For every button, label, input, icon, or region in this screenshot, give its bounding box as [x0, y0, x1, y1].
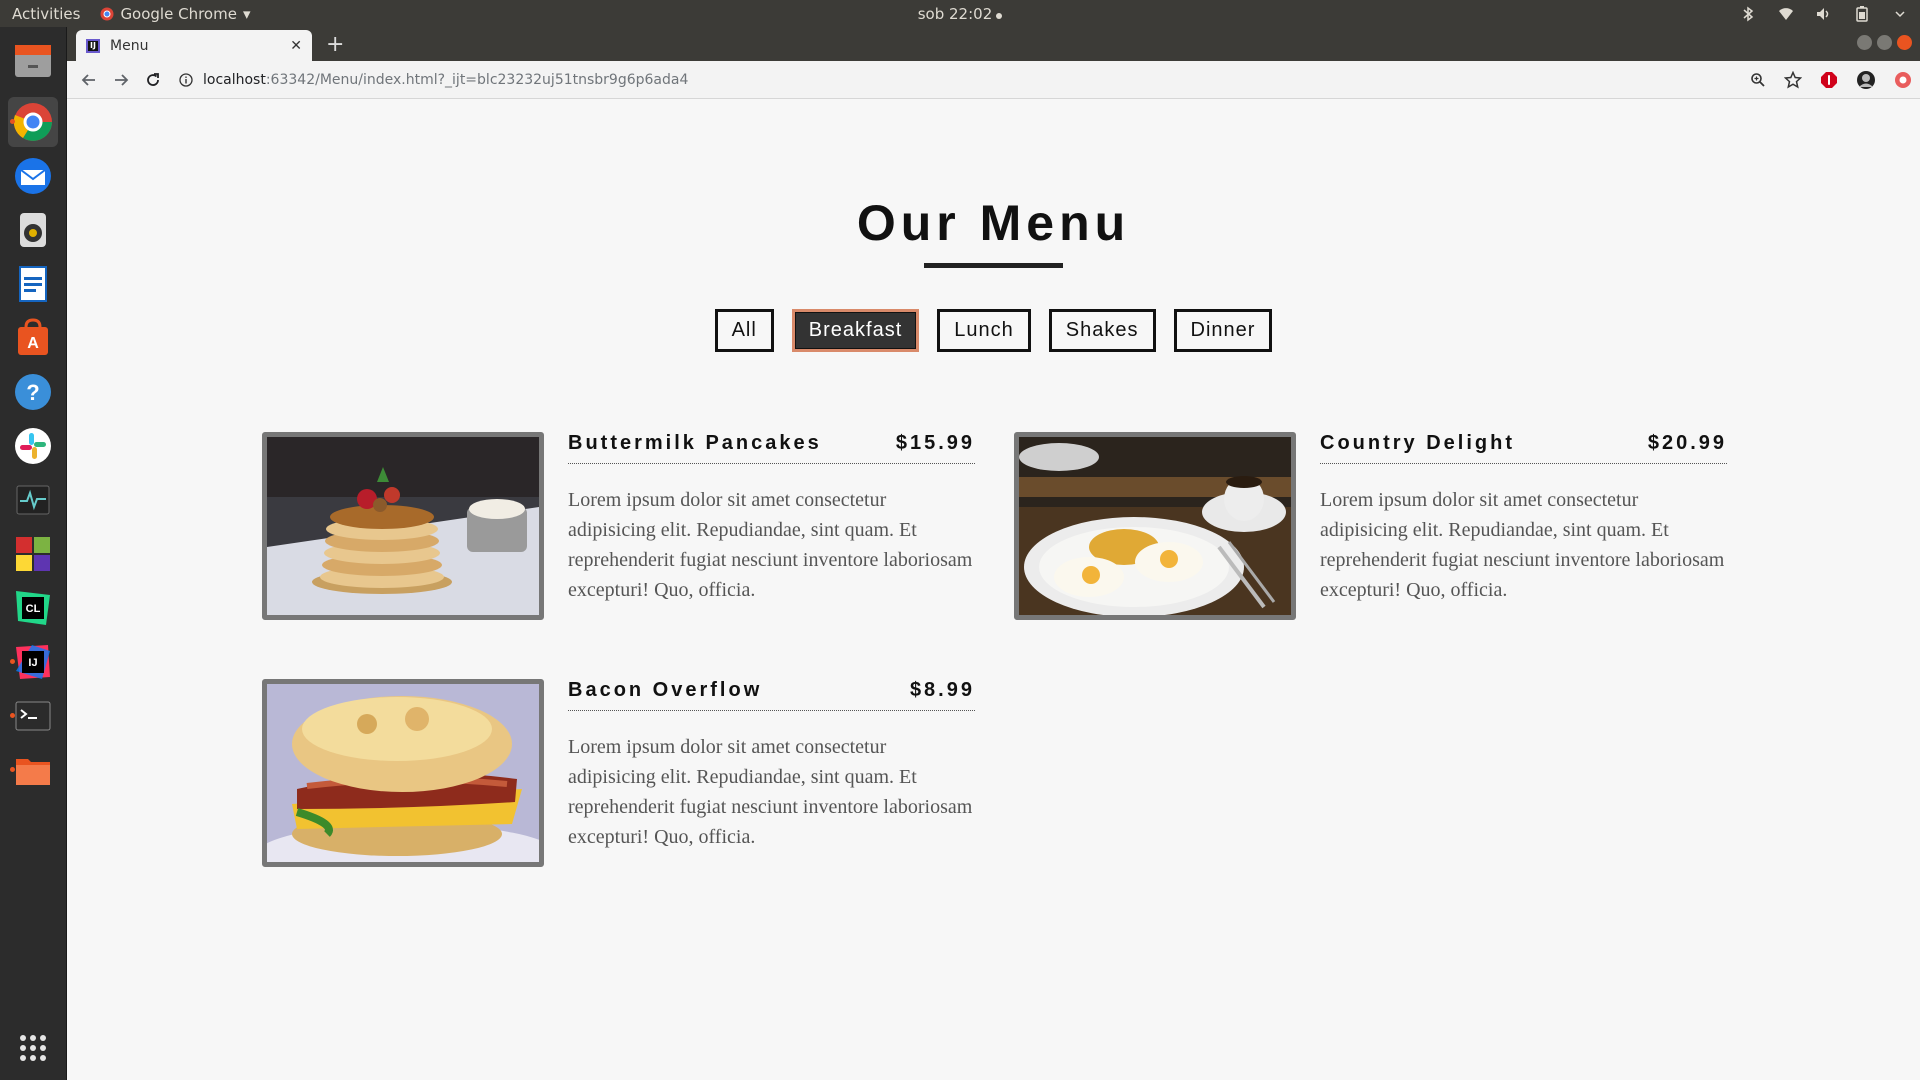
- dock-terminal-icon[interactable]: [8, 691, 58, 741]
- dock-system-monitor-icon[interactable]: [8, 475, 58, 525]
- browser-toolbar: localhost:63342/Menu/index.html?_ijt=blc…: [67, 61, 1920, 99]
- forward-button[interactable]: [105, 64, 137, 96]
- dock-file-manager-icon[interactable]: [8, 35, 58, 85]
- maximize-window-button[interactable]: [1877, 35, 1892, 50]
- dock-files-icon[interactable]: [8, 745, 58, 795]
- menu-item: Country Delight $20.99 Lorem ipsum dolor…: [1014, 432, 1727, 622]
- intellij-favicon-icon: IJ: [86, 38, 100, 53]
- svg-text:CL: CL: [26, 603, 41, 615]
- notification-dot-icon: [996, 12, 1003, 19]
- item-header: Bacon Overflow $8.99: [568, 679, 975, 711]
- bacon-sandwich-photo: [262, 679, 544, 867]
- reload-icon: [147, 72, 159, 86]
- chevron-down-icon[interactable]: [1892, 6, 1908, 22]
- filter-shakes-button[interactable]: Shakes: [1048, 309, 1156, 352]
- item-description: Lorem ipsum dolor sit amet consectetur a…: [568, 489, 973, 601]
- item-description: Lorem ipsum dolor sit amet consectetur a…: [568, 736, 973, 848]
- window-controls: [1857, 35, 1912, 50]
- wifi-icon[interactable]: [1778, 6, 1794, 22]
- dock-chrome-icon[interactable]: [8, 97, 58, 147]
- eggs-plate-photo: [1014, 432, 1296, 620]
- item-name: Bacon Overflow: [568, 679, 763, 701]
- clock: sob 22:02: [0, 5, 1920, 23]
- back-button[interactable]: [73, 64, 105, 96]
- clock-label[interactable]: sob 22:02: [918, 5, 993, 23]
- running-indicator-icon: [10, 713, 15, 718]
- chevron-down-icon: ▾: [242, 4, 251, 23]
- dock-writer-icon[interactable]: [8, 259, 58, 309]
- battery-icon[interactable]: [1854, 5, 1870, 22]
- profile-avatar-icon[interactable]: [1856, 70, 1876, 90]
- title-underline: [924, 263, 1063, 268]
- running-indicator-icon: [10, 767, 15, 772]
- filter-all-button[interactable]: All: [714, 309, 774, 352]
- item-price: $15.99: [895, 432, 975, 454]
- filter-breakfast-button[interactable]: Breakfast: [791, 309, 920, 352]
- show-applications-icon[interactable]: [8, 1023, 58, 1073]
- system-tray: [1740, 5, 1908, 22]
- dock-slack-icon[interactable]: [8, 421, 58, 471]
- application-dock: A ? CL IJ: [0, 27, 67, 1080]
- tab-menu[interactable]: IJ Menu ✕: [76, 30, 312, 61]
- running-indicator-icon: [10, 119, 15, 124]
- browser-tab-strip: IJ Menu ✕ +: [67, 27, 1920, 61]
- item-header: Buttermilk Pancakes $15.99: [568, 432, 975, 464]
- url-host: localhost: [203, 71, 266, 88]
- volume-icon[interactable]: [1816, 6, 1832, 22]
- system-top-bar: Activities Google Chrome ▾ sob 22:02: [0, 0, 1920, 27]
- app-menu-label: Google Chrome: [120, 4, 237, 23]
- menu-item: Bacon Overflow $8.99 Lorem ipsum dolor s…: [262, 679, 975, 869]
- tab-title: Menu: [110, 37, 149, 54]
- toolbar-actions: [1750, 70, 1912, 90]
- info-icon[interactable]: [179, 72, 193, 87]
- filter-lunch-button[interactable]: Lunch: [937, 309, 1031, 352]
- new-tab-button[interactable]: +: [326, 32, 344, 57]
- svg-text:?: ?: [26, 380, 39, 405]
- item-header: Country Delight $20.99: [1320, 432, 1727, 464]
- filter-dinner-button[interactable]: Dinner: [1173, 309, 1273, 352]
- item-name: Buttermilk Pancakes: [568, 432, 822, 454]
- bookmark-star-icon[interactable]: [1784, 70, 1802, 89]
- page-title: Our Menu: [856, 195, 1131, 251]
- item-price: $20.99: [1647, 432, 1727, 454]
- chrome-icon: [100, 7, 114, 20]
- address-bar[interactable]: localhost:63342/Menu/index.html?_ijt=blc…: [179, 72, 688, 88]
- category-filters: All Breakfast Lunch Shakes Dinner: [67, 309, 1920, 352]
- dock-rhythmbox-icon[interactable]: [8, 205, 58, 255]
- svg-text:IJ: IJ: [28, 657, 37, 669]
- dock-thunderbird-icon[interactable]: [8, 151, 58, 201]
- dock-cube-app-icon[interactable]: [8, 529, 58, 579]
- minimize-window-button[interactable]: [1857, 35, 1872, 50]
- item-name: Country Delight: [1320, 432, 1515, 454]
- running-indicator-icon: [10, 659, 15, 664]
- activities-button[interactable]: Activities: [12, 5, 80, 23]
- dock-intellij-icon[interactable]: IJ: [8, 637, 58, 687]
- menu-page: Our Menu All Breakfast Lunch Shakes Dinn…: [67, 99, 1920, 1080]
- url-path: :63342/Menu/index.html?_ijt=blc23232uj51…: [265, 71, 689, 88]
- dock-software-center-icon[interactable]: A: [8, 313, 58, 363]
- dock-clion-icon[interactable]: CL: [8, 583, 58, 633]
- arrow-left-icon: [81, 73, 95, 86]
- pancakes-photo: [262, 432, 544, 620]
- adblock-extension-icon[interactable]: [1820, 71, 1838, 89]
- svg-text:A: A: [27, 335, 39, 352]
- zoom-icon[interactable]: [1750, 72, 1766, 88]
- close-window-button[interactable]: [1897, 35, 1912, 50]
- reload-button[interactable]: [137, 64, 169, 96]
- item-price: $8.99: [909, 679, 975, 701]
- extension-icon[interactable]: [1894, 71, 1912, 89]
- close-tab-icon[interactable]: ✕: [290, 38, 302, 54]
- bluetooth-icon[interactable]: [1740, 6, 1756, 22]
- item-description: Lorem ipsum dolor sit amet consectetur a…: [1320, 489, 1725, 601]
- menu-item: Buttermilk Pancakes $15.99 Lorem ipsum d…: [262, 432, 975, 622]
- arrow-right-icon: [115, 73, 129, 86]
- dock-help-icon[interactable]: ?: [8, 367, 58, 417]
- app-menu[interactable]: Google Chrome ▾: [100, 5, 250, 23]
